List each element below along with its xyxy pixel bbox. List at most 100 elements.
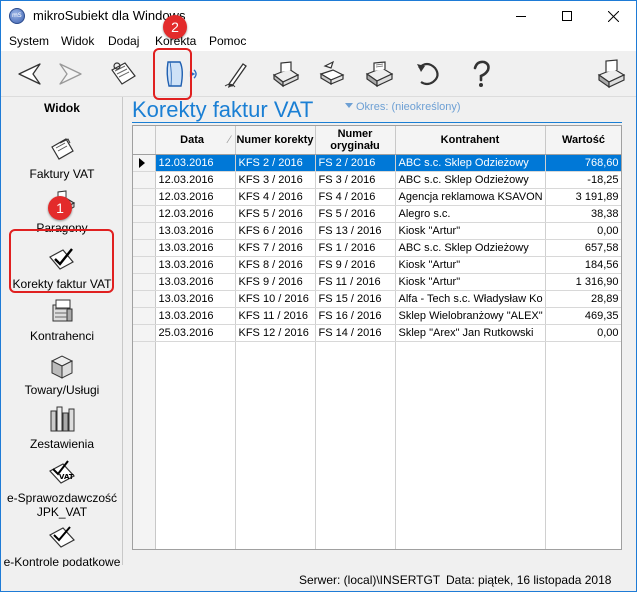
empty-cell bbox=[395, 341, 546, 549]
column-header-numer-oryginalu[interactable]: Numer oryginału bbox=[315, 126, 396, 155]
table-cell: ABC s.c. Sklep Odzieżowy bbox=[395, 239, 546, 257]
table-row[interactable]: 13.03.2016 KFS 11 / 2016 FS 16 / 2016 Sklep… bbox=[133, 307, 621, 325]
invoice-icon bbox=[51, 138, 74, 160]
status-bar: Serwer: (local)\INSERTGT Data: piątek, 1… bbox=[1, 567, 636, 591]
close-button[interactable] bbox=[590, 1, 636, 31]
empty-cell bbox=[155, 341, 236, 549]
menu-pomoc[interactable]: Pomoc bbox=[209, 34, 246, 48]
menu-dodaj[interactable]: Dodaj bbox=[108, 34, 139, 48]
period-filter[interactable]: Okres: (nieokreślony) bbox=[345, 101, 461, 113]
sidebar-item-e-kontrole[interactable]: e-Kontrole podatkowe bbox=[1, 521, 123, 569]
back-button[interactable] bbox=[11, 55, 47, 93]
title-bar[interactable]: mS mikroSubiekt dla Windows bbox=[1, 1, 636, 31]
sidebar-item-towary-uslugi[interactable]: Towary/Usługi bbox=[1, 349, 123, 397]
table-cell: KFS 12 / 2016 bbox=[235, 324, 316, 342]
print-report-button[interactable] bbox=[593, 55, 629, 93]
column-header-numer-korekty[interactable]: Numer korekty bbox=[235, 126, 316, 155]
edit-button[interactable] bbox=[219, 55, 255, 93]
minimize-button[interactable] bbox=[498, 1, 544, 31]
table-row[interactable]: 13.03.2016 KFS 6 / 2016 FS 13 / 2016 Kiosk … bbox=[133, 222, 621, 240]
table-cell: Alfa - Tech s.c. Władysław Ko bbox=[395, 290, 546, 308]
app-window: mS mikroSubiekt dla Windows System Widok… bbox=[0, 0, 637, 592]
header-indicator bbox=[133, 126, 156, 155]
table-cell: KFS 4 / 2016 bbox=[235, 188, 316, 206]
row-indicator bbox=[133, 256, 156, 274]
table-cell: FS 16 / 2016 bbox=[315, 307, 396, 325]
pen-icon bbox=[224, 63, 247, 88]
table-cell: KFS 2 / 2016 bbox=[235, 154, 316, 172]
menu-system[interactable]: System bbox=[9, 34, 49, 48]
table-cell: ABC s.c. Sklep Odzieżowy bbox=[395, 154, 546, 172]
sidebar-title: Widok bbox=[44, 101, 80, 115]
sidebar-item-label: Kontrahenci bbox=[29, 329, 95, 343]
table-row[interactable]: 12.03.2016 KFS 5 / 2016 FS 5 / 2016 Alegro … bbox=[133, 205, 621, 223]
table-cell: Kiosk "Artur" bbox=[395, 256, 546, 274]
table-cell: 0,00 bbox=[545, 324, 621, 342]
row-indicator bbox=[133, 307, 156, 325]
table-row[interactable]: 13.03.2016 KFS 8 / 2016 FS 9 / 2016 Kiosk "… bbox=[133, 256, 621, 274]
table-cell: KFS 11 / 2016 bbox=[235, 307, 316, 325]
sidebar-item-jpk-vat[interactable]: VAT e-Sprawozdawczość JPK_VAT bbox=[1, 457, 123, 519]
table-cell: Kiosk "Artur" bbox=[395, 222, 546, 240]
table-cell: Kiosk "Artur" bbox=[395, 273, 546, 291]
table-cell: Sklep Wielobranżowy "ALEX" bbox=[395, 307, 546, 325]
table-cell: 28,89 bbox=[545, 290, 621, 308]
sort-icon: ⁄ bbox=[228, 133, 231, 146]
minimize-icon bbox=[516, 15, 526, 17]
page-title: Korekty faktur VAT bbox=[132, 97, 314, 122]
column-header-wartosc[interactable]: Wartość bbox=[545, 126, 621, 155]
row-indicator bbox=[133, 205, 156, 223]
heading-underline bbox=[132, 122, 622, 123]
forward-button[interactable] bbox=[53, 55, 89, 93]
chevron-down-icon bbox=[345, 103, 353, 108]
current-row-arrow-icon bbox=[139, 157, 145, 168]
column-header-kontrahent[interactable]: Kontrahent bbox=[395, 126, 546, 155]
menu-bar: System Widok Dodaj Korekta Pomoc bbox=[1, 31, 636, 51]
corrections-table[interactable]: Data ⁄ Numer korekty Numer oryginału Kont… bbox=[132, 125, 622, 550]
table-header-row: Data ⁄ Numer korekty Numer oryginału Kont… bbox=[133, 126, 621, 155]
maximize-icon bbox=[562, 11, 572, 21]
export-button[interactable] bbox=[313, 55, 349, 93]
printer-icon bbox=[365, 61, 394, 88]
maximize-button[interactable] bbox=[544, 1, 590, 31]
table-cell: KFS 10 / 2016 bbox=[235, 290, 316, 308]
calendar-icon bbox=[111, 62, 136, 85]
app-logo-icon: mS bbox=[9, 8, 25, 24]
table-cell: 13.03.2016 bbox=[155, 222, 236, 240]
column-header-data[interactable]: Data ⁄ bbox=[155, 126, 236, 155]
print-button[interactable] bbox=[361, 55, 397, 93]
table-row[interactable]: 12.03.2016 KFS 3 / 2016 FS 3 / 2016 ABC s.c… bbox=[133, 171, 621, 189]
empty-cell bbox=[235, 341, 316, 549]
table-row[interactable]: 13.03.2016 KFS 10 / 2016 FS 15 / 2016 Alfa … bbox=[133, 290, 621, 308]
step-badge-1: 1 bbox=[48, 196, 72, 220]
table-row[interactable]: 12.03.2016 KFS 2 / 2016 FS 2 / 2016 ABC s.c… bbox=[133, 154, 621, 172]
refresh-button[interactable] bbox=[409, 55, 445, 93]
table-cell: FS 15 / 2016 bbox=[315, 290, 396, 308]
row-indicator bbox=[133, 324, 156, 342]
table-cell: 13.03.2016 bbox=[155, 239, 236, 257]
print-preview-button[interactable] bbox=[267, 55, 303, 93]
sidebar-item-label: Towary/Usługi bbox=[24, 383, 100, 397]
table-row[interactable]: 13.03.2016 KFS 9 / 2016 FS 11 / 2016 Kiosk … bbox=[133, 273, 621, 291]
sidebar-item-kontrahenci[interactable]: Kontrahenci bbox=[1, 295, 123, 343]
table-row[interactable]: 13.03.2016 KFS 7 / 2016 FS 1 / 2016 ABC s.c… bbox=[133, 239, 621, 257]
table-row[interactable]: 12.03.2016 KFS 4 / 2016 FS 4 / 2016 Agencja… bbox=[133, 188, 621, 206]
export-icon bbox=[319, 60, 345, 86]
table-row[interactable]: 25.03.2016 KFS 12 / 2016 FS 14 / 2016 Sklep… bbox=[133, 324, 621, 342]
table-cell: FS 4 / 2016 bbox=[315, 188, 396, 206]
step-badge-2: 2 bbox=[163, 15, 187, 39]
table-cell: KFS 3 / 2016 bbox=[235, 171, 316, 189]
table-cell: 3 191,89 bbox=[545, 188, 621, 206]
menu-widok[interactable]: Widok bbox=[61, 34, 94, 48]
row-indicator bbox=[133, 171, 156, 189]
window-title: mikroSubiekt dla Windows bbox=[33, 8, 186, 23]
column-header-label: Data bbox=[180, 133, 204, 146]
row-indicator bbox=[133, 222, 156, 240]
sidebar-item-faktury-vat[interactable]: Faktury VAT bbox=[1, 133, 123, 181]
help-button[interactable] bbox=[463, 55, 499, 93]
sidebar-item-label: e-Sprawozdawczość JPK_VAT bbox=[6, 491, 118, 519]
table-cell: KFS 5 / 2016 bbox=[235, 205, 316, 223]
calendar-button[interactable] bbox=[105, 55, 141, 93]
row-indicator bbox=[133, 239, 156, 257]
sidebar-item-zestawienia[interactable]: Zestawienia bbox=[1, 403, 123, 451]
